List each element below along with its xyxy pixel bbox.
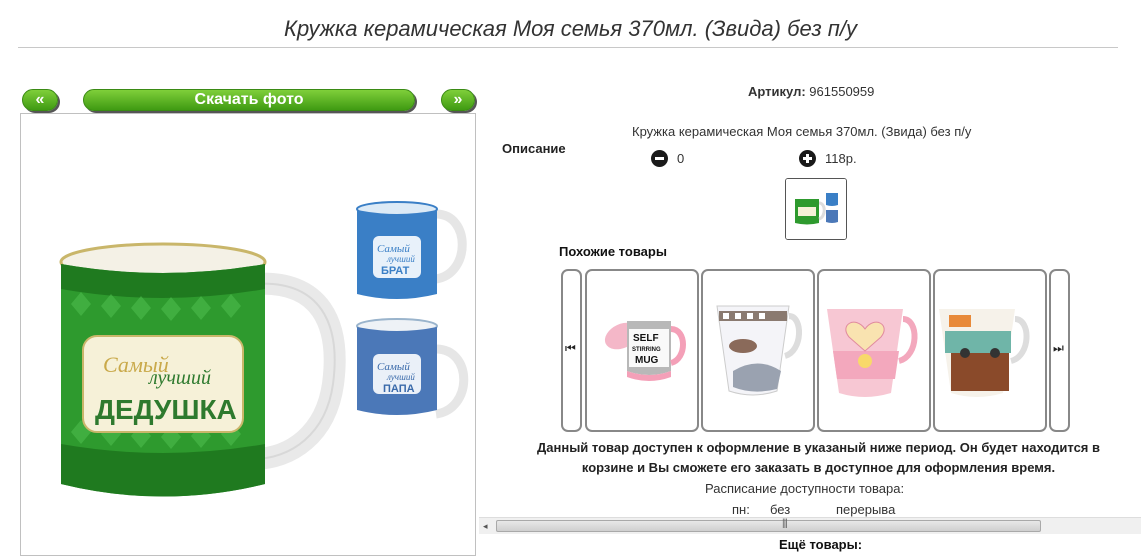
scrollbar-thumb[interactable]: ||| xyxy=(496,518,1041,532)
similar-product-image xyxy=(716,305,803,396)
similar-product-card[interactable] xyxy=(701,269,815,432)
availability-notice-line1: Данный товар доступен к оформление в ука… xyxy=(537,440,1100,455)
schedule-status-detail: перерыва xyxy=(836,502,896,517)
similar-product-card[interactable] xyxy=(933,269,1047,432)
schedule-row: пн: без перерыва xyxy=(732,502,895,517)
title-divider xyxy=(18,47,1118,48)
download-photo-button[interactable]: Скачать фото xyxy=(83,89,415,111)
decrease-quantity-icon[interactable] xyxy=(651,150,668,167)
price-value: 118р. xyxy=(825,151,857,166)
carousel-next-button[interactable]: ⏭ xyxy=(1049,269,1070,432)
similar-product-image xyxy=(827,309,918,397)
bottom-mug-text-2: лучший xyxy=(386,372,415,382)
horizontal-scrollbar[interactable]: ◂ ||| xyxy=(479,517,1141,534)
prev-photo-button[interactable]: « xyxy=(22,89,58,111)
scroll-left-icon[interactable]: ◂ xyxy=(483,521,488,532)
carousel-prev-button[interactable]: ⏮ xyxy=(561,269,582,432)
top-mug-text-3: БРАТ xyxy=(381,265,410,277)
top-mug-text-2: лучший xyxy=(386,254,415,264)
increase-quantity-icon[interactable] xyxy=(799,150,816,167)
article-row: Артикул: 961550959 xyxy=(748,84,874,99)
product-photo-image: Самый лучший ДЕДУШКА Самый лучший БРАТ С… xyxy=(21,114,475,555)
quantity-value: 0 xyxy=(677,151,685,166)
description-text: Кружка керамическая Моя семья 370мл. (Зв… xyxy=(632,124,972,139)
next-photo-button[interactable]: » xyxy=(441,89,475,111)
schedule-status: без xyxy=(770,502,791,517)
description-label: Описание xyxy=(502,141,566,156)
skip-back-icon: ⏮ xyxy=(565,341,576,355)
self-stirring-text-1: SELF xyxy=(633,333,659,344)
similar-product-card[interactable] xyxy=(817,269,931,432)
article-label: Артикул: xyxy=(748,84,806,99)
main-mug-text-2: лучший xyxy=(148,367,211,389)
similar-product-card[interactable]: SELF STIRRING MUG xyxy=(585,269,699,432)
schedule-day: пн: xyxy=(732,502,750,517)
availability-notice: Данный товар доступен к оформление в ука… xyxy=(496,438,1141,478)
similar-product-image: SELF STIRRING MUG xyxy=(604,321,686,381)
skip-forward-icon: ⏭ xyxy=(1053,341,1064,355)
photo-thumbnail-image xyxy=(786,179,846,239)
similar-product-image xyxy=(939,309,1030,397)
self-stirring-text-3: MUG xyxy=(635,355,659,366)
schedule-title: Расписание доступности товара: xyxy=(705,481,905,496)
more-products-title: Ещё товары: xyxy=(779,537,863,552)
bottom-mug-text-3: ПАПА xyxy=(383,383,415,395)
main-mug-text-3: ДЕДУШКА xyxy=(95,394,237,425)
scrollbar-grip-icon: ||| xyxy=(782,518,788,529)
availability-notice-line2: корзине и Вы сможете его заказать в дост… xyxy=(581,460,1056,475)
self-stirring-text-2: STIRRING xyxy=(632,347,661,353)
similar-products-title: Похожие товары xyxy=(559,244,667,259)
photo-thumbnail[interactable] xyxy=(785,178,847,240)
product-photo: Самый лучший ДЕДУШКА Самый лучший БРАТ С… xyxy=(20,113,476,556)
article-value: 961550959 xyxy=(809,84,875,99)
page-title: Кружка керамическая Моя семья 370мл. (Зв… xyxy=(283,16,858,41)
